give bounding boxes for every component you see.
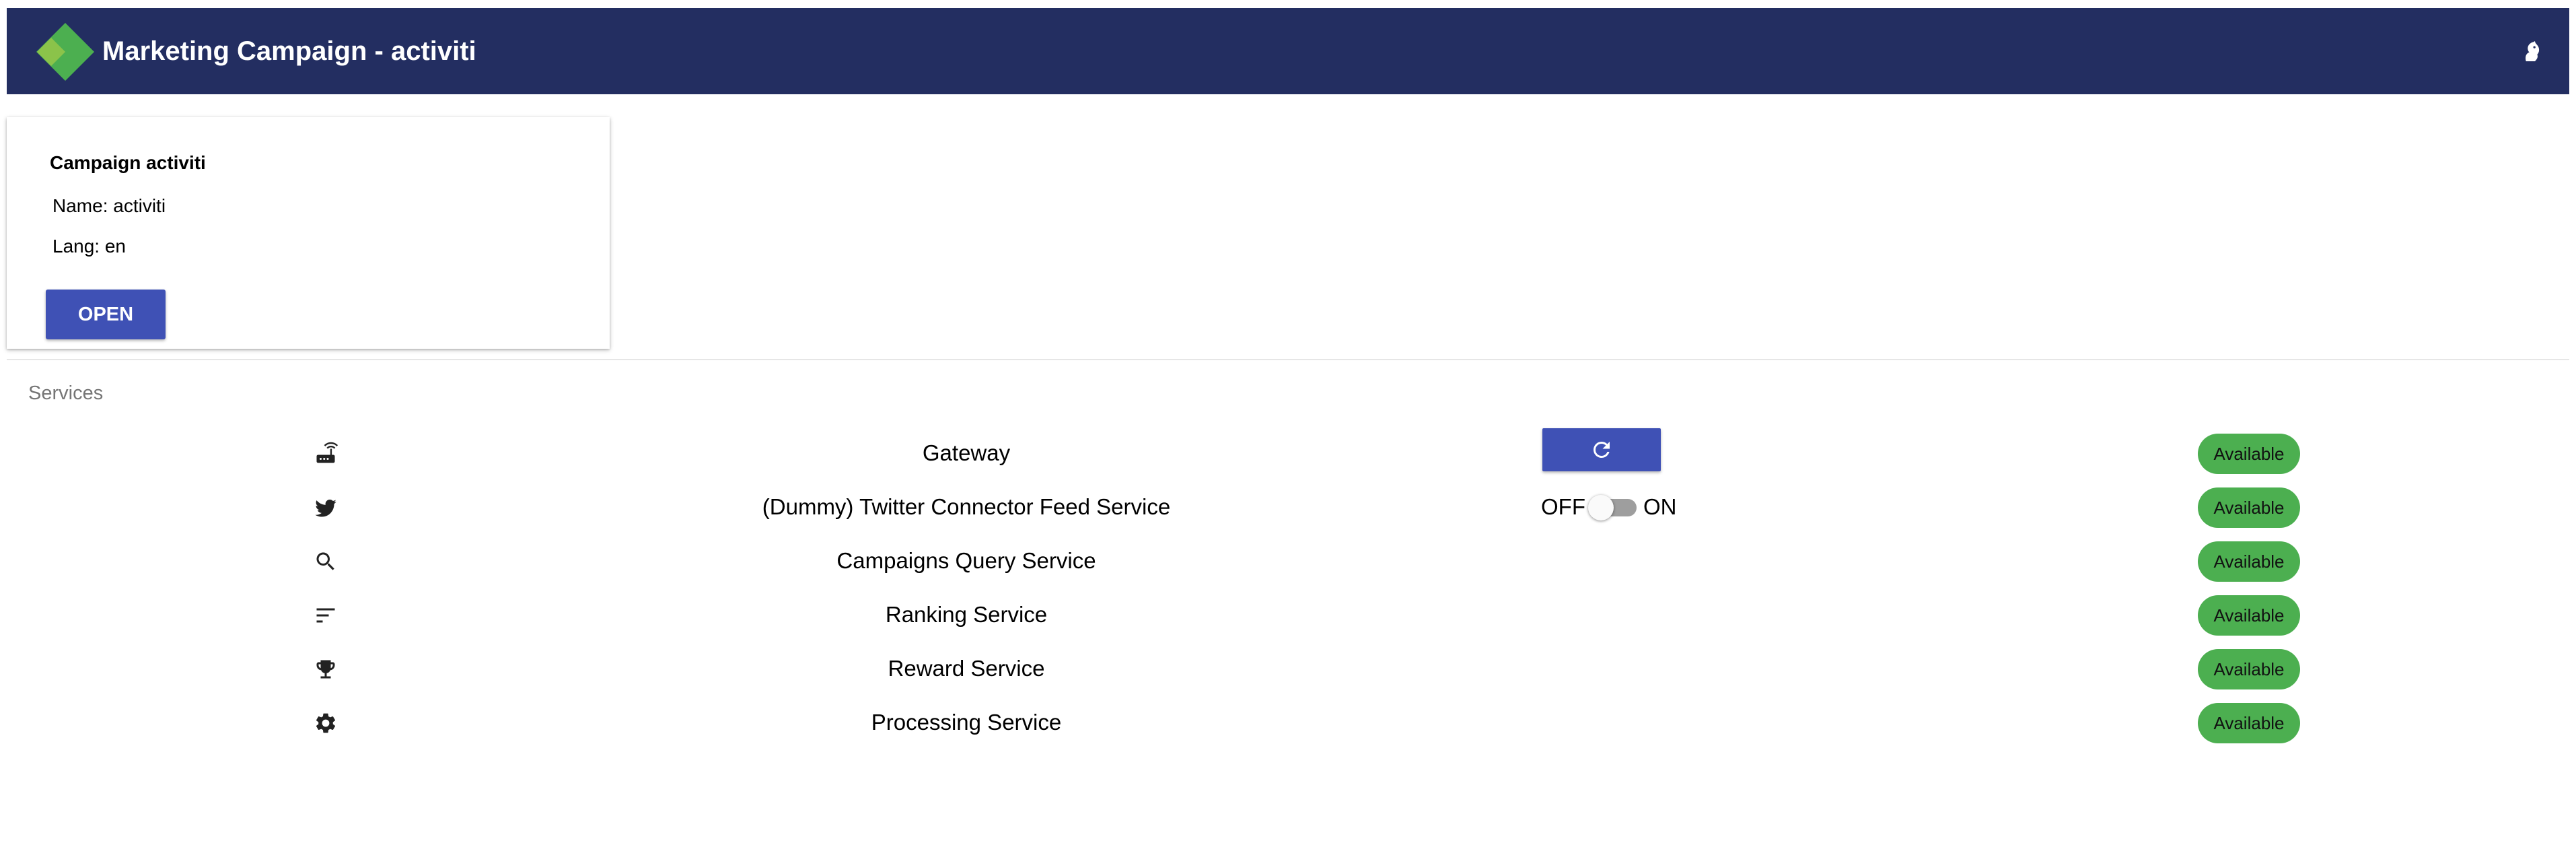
toggle-off-label: OFF (1541, 494, 1585, 519)
search-icon (316, 552, 334, 570)
open-button[interactable]: OPEN (46, 290, 166, 339)
trophy-icon (316, 660, 335, 679)
service-row-twitter-connector: (Dummy) Twitter Connector Feed Service O… (0, 483, 2576, 531)
status-badge: Available (2198, 703, 2300, 743)
service-name: Campaigns Query Service (836, 548, 1096, 573)
status-badge: Available (2198, 487, 2300, 528)
refresh-icon (1593, 442, 1610, 458)
status-badge: Available (2198, 649, 2300, 689)
service-name: Ranking Service (885, 602, 1048, 627)
twitter-icon (315, 500, 336, 517)
feed-toggle[interactable] (1588, 495, 1639, 520)
service-name: Reward Service (888, 656, 1045, 681)
service-name: Processing Service (871, 710, 1062, 735)
user-account-icon[interactable] (2518, 38, 2545, 65)
service-row-processing: Processing Service Available (0, 699, 2576, 746)
router-icon (316, 442, 338, 463)
campaign-title: Campaign activiti (50, 152, 206, 173)
campaign-name: Name: activiti (52, 195, 166, 216)
refresh-button[interactable] (1542, 428, 1661, 471)
toggle-thumb[interactable] (1588, 495, 1614, 520)
app-title: Marketing Campaign - activiti (102, 36, 476, 66)
campaign-lang: Lang: en (52, 236, 126, 257)
service-row-campaigns-query: Campaigns Query Service Available (0, 537, 2576, 584)
service-row-gateway: Gateway Available (0, 428, 2576, 477)
sort-icon (316, 608, 335, 623)
status-badge: Available (2198, 541, 2300, 582)
gear-icon (316, 713, 336, 733)
service-name: Gateway (922, 440, 1011, 465)
toggle-on-label: ON (1643, 494, 1677, 519)
service-row-ranking: Ranking Service Available (0, 591, 2576, 638)
app-header: Marketing Campaign - activiti (7, 8, 2569, 94)
diamond-logo-icon (36, 23, 94, 81)
services-heading: Services (28, 382, 104, 404)
status-badge: Available (2198, 434, 2300, 474)
section-divider (7, 359, 2569, 360)
status-badge: Available (2198, 595, 2300, 636)
service-name: (Dummy) Twitter Connector Feed Service (762, 494, 1171, 519)
campaign-card: Campaign activiti Name: activiti Lang: e… (7, 117, 610, 349)
service-row-reward: Reward Service Available (0, 645, 2576, 692)
